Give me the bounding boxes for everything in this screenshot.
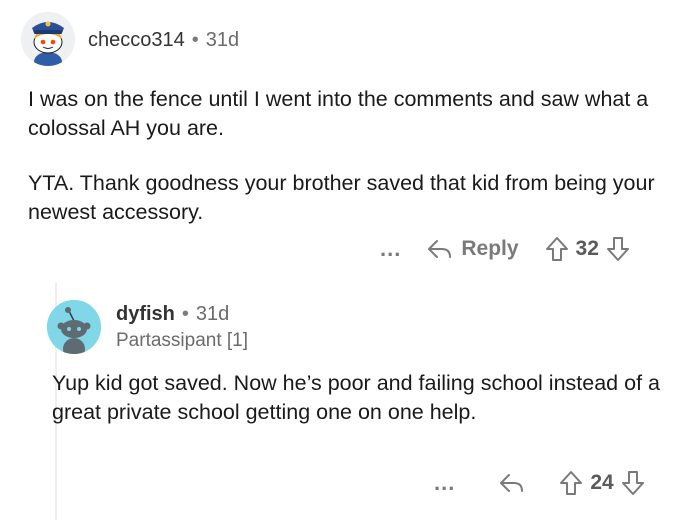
reply-button[interactable]: Reply — [427, 237, 519, 261]
comment-header: checco314 • 31d — [88, 29, 239, 52]
snoo-avatar-icon — [47, 300, 101, 354]
comment-paragraph: YTA. Thank goodness your brother saved t… — [28, 171, 655, 224]
comment-actions: ... 24 — [434, 468, 645, 498]
upvote-arrow-icon[interactable] — [545, 236, 569, 262]
username-link[interactable]: dyfish — [116, 303, 175, 325]
username-link[interactable]: checco314 — [88, 29, 185, 51]
vote-controls: 24 — [559, 470, 644, 496]
snoo-avatar-icon — [21, 12, 75, 66]
downvote-arrow-icon[interactable] — [621, 470, 645, 496]
separator-dot: • — [191, 29, 199, 51]
reply-label: Reply — [461, 237, 519, 260]
vote-controls: 32 — [545, 236, 630, 262]
downvote-arrow-icon[interactable] — [606, 236, 630, 262]
reply-button[interactable] — [499, 472, 525, 494]
comment-paragraph: I was on the fence until I went into the… — [28, 87, 649, 140]
avatar[interactable] — [47, 300, 101, 354]
reply-arrow-icon — [500, 474, 524, 492]
avatar[interactable] — [21, 12, 75, 66]
comment-age: 31d — [195, 303, 230, 325]
comment-header: dyfish • 31d — [116, 303, 229, 326]
more-options-button[interactable]: ... — [380, 236, 401, 262]
comment-paragraph: Yup kid got saved. Now he’s poor and fai… — [52, 371, 660, 424]
separator-dot: • — [181, 303, 189, 325]
reply-arrow-icon — [428, 240, 452, 258]
more-options-button[interactable]: ... — [434, 470, 455, 496]
comment-actions: ... Reply 32 — [380, 234, 630, 264]
vote-score: 32 — [575, 237, 599, 260]
comment-age: 31d — [205, 29, 240, 51]
upvote-arrow-icon[interactable] — [559, 470, 583, 496]
user-flair: Partassipant [1] — [116, 330, 249, 351]
vote-score: 24 — [590, 471, 614, 494]
